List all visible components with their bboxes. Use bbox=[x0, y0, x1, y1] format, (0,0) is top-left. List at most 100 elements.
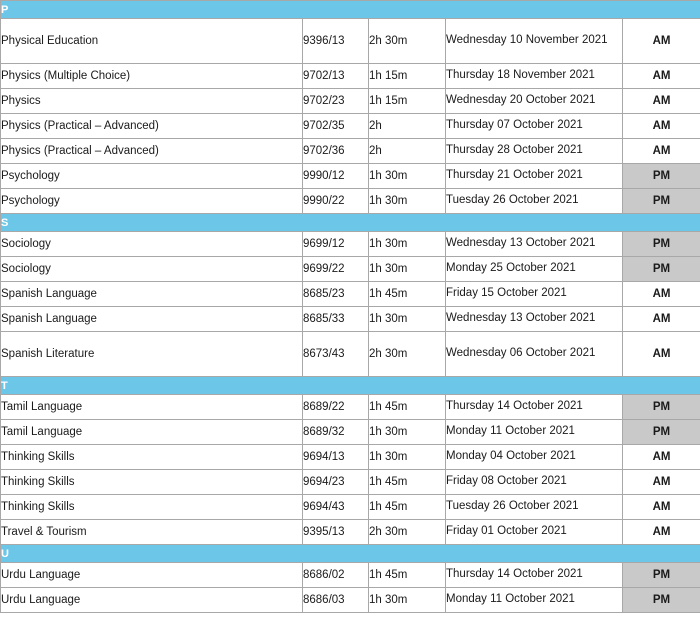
exam-session: PM bbox=[621, 562, 700, 588]
exam-session: AM bbox=[621, 444, 700, 470]
exam-code: 9694/13 bbox=[302, 444, 369, 470]
exam-duration: 1h 30m bbox=[368, 419, 446, 445]
exam-session: PM bbox=[621, 188, 700, 214]
table-row: Psychology 9990/22 1h 30m Tuesday 26 Octobe… bbox=[0, 188, 700, 214]
section-letter: U bbox=[0, 544, 700, 563]
table-row: Spanish Language 8685/33 1h 30m Wednesday 1… bbox=[0, 306, 700, 332]
exam-session: PM bbox=[621, 394, 700, 420]
exam-date: Monday 04 October 2021 bbox=[445, 444, 623, 470]
exam-subject: Urdu Language bbox=[0, 562, 303, 588]
exam-session: AM bbox=[621, 18, 700, 64]
table-row: Tamil Language 8689/22 1h 45m Thursday 14 O… bbox=[0, 394, 700, 420]
table-row: Thinking Skills 9694/43 1h 45m Tuesday 26 O… bbox=[0, 494, 700, 520]
table-row: Spanish Literature 8673/43 2h 30m Wednesday… bbox=[0, 331, 700, 377]
timetable-body: P Physical Education 9396/13 2h 30m Wednesda… bbox=[0, 0, 700, 613]
exam-duration: 2h 30m bbox=[368, 331, 446, 377]
exam-code: 9694/43 bbox=[302, 494, 369, 520]
exam-session: PM bbox=[621, 587, 700, 613]
exam-date: Wednesday 13 October 2021 bbox=[445, 231, 623, 257]
exam-duration: 1h 30m bbox=[368, 587, 446, 613]
exam-date: Monday 25 October 2021 bbox=[445, 256, 623, 282]
exam-duration: 2h bbox=[368, 113, 446, 139]
exam-code: 8689/32 bbox=[302, 419, 369, 445]
exam-duration: 1h 45m bbox=[368, 562, 446, 588]
exam-code: 9990/12 bbox=[302, 163, 369, 189]
exam-subject: Physics (Practical – Advanced) bbox=[0, 138, 303, 164]
exam-session: PM bbox=[621, 256, 700, 282]
exam-subject: Physics bbox=[0, 88, 303, 114]
section-letter: S bbox=[0, 213, 700, 232]
table-row: Physics (Practical – Advanced) 9702/36 2h T… bbox=[0, 138, 700, 164]
exam-session: AM bbox=[621, 494, 700, 520]
exam-code: 9699/22 bbox=[302, 256, 369, 282]
exam-duration: 1h 45m bbox=[368, 394, 446, 420]
exam-subject: Physics (Multiple Choice) bbox=[0, 63, 303, 89]
exam-subject: Thinking Skills bbox=[0, 494, 303, 520]
exam-code: 8686/03 bbox=[302, 587, 369, 613]
exam-session: AM bbox=[621, 138, 700, 164]
table-row: Physics 9702/23 1h 15m Wednesday 20 October… bbox=[0, 88, 700, 114]
section-letter: T bbox=[0, 376, 700, 395]
exam-date: Thursday 14 October 2021 bbox=[445, 394, 623, 420]
exam-subject: Thinking Skills bbox=[0, 469, 303, 495]
exam-subject: Tamil Language bbox=[0, 419, 303, 445]
exam-date: Thursday 28 October 2021 bbox=[445, 138, 623, 164]
exam-session: AM bbox=[621, 281, 700, 307]
exam-duration: 1h 30m bbox=[368, 306, 446, 332]
exam-code: 9396/13 bbox=[302, 18, 369, 64]
exam-subject: Urdu Language bbox=[0, 587, 303, 613]
exam-code: 9694/23 bbox=[302, 469, 369, 495]
exam-session: PM bbox=[621, 163, 700, 189]
exam-date: Wednesday 06 October 2021 bbox=[445, 331, 623, 377]
exam-duration: 1h 30m bbox=[368, 188, 446, 214]
exam-subject: Psychology bbox=[0, 163, 303, 189]
exam-subject: Sociology bbox=[0, 231, 303, 257]
exam-session: AM bbox=[621, 331, 700, 377]
exam-duration: 1h 15m bbox=[368, 63, 446, 89]
exam-date: Friday 15 October 2021 bbox=[445, 281, 623, 307]
exam-date: Thursday 14 October 2021 bbox=[445, 562, 623, 588]
exam-subject: Spanish Literature bbox=[0, 331, 303, 377]
exam-session: AM bbox=[621, 113, 700, 139]
table-row: Urdu Language 8686/02 1h 45m Thursday 14 Oc… bbox=[0, 562, 700, 588]
exam-subject: Spanish Language bbox=[0, 306, 303, 332]
section-header-row: S bbox=[0, 213, 700, 232]
exam-date: Wednesday 20 October 2021 bbox=[445, 88, 623, 114]
section-letter: P bbox=[0, 0, 700, 19]
exam-date: Tuesday 26 October 2021 bbox=[445, 188, 623, 214]
exam-session: AM bbox=[621, 63, 700, 89]
table-row: Spanish Language 8685/23 1h 45m Friday 15 O… bbox=[0, 281, 700, 307]
exam-duration: 1h 45m bbox=[368, 281, 446, 307]
exam-date: Tuesday 26 October 2021 bbox=[445, 494, 623, 520]
table-row: Thinking Skills 9694/23 1h 45m Friday 08 Oc… bbox=[0, 469, 700, 495]
table-row: Psychology 9990/12 1h 30m Thursday 21 Octob… bbox=[0, 163, 700, 189]
exam-date: Friday 01 October 2021 bbox=[445, 519, 623, 545]
exam-subject: Thinking Skills bbox=[0, 444, 303, 470]
exam-code: 8685/33 bbox=[302, 306, 369, 332]
exam-duration: 1h 30m bbox=[368, 444, 446, 470]
exam-date: Wednesday 13 October 2021 bbox=[445, 306, 623, 332]
exam-date: Friday 08 October 2021 bbox=[445, 469, 623, 495]
exam-duration: 1h 45m bbox=[368, 494, 446, 520]
exam-duration: 1h 45m bbox=[368, 469, 446, 495]
exam-subject: Tamil Language bbox=[0, 394, 303, 420]
exam-code: 8673/43 bbox=[302, 331, 369, 377]
exam-subject: Physics (Practical – Advanced) bbox=[0, 113, 303, 139]
section-header-row: P bbox=[0, 0, 700, 19]
exam-date: Monday 11 October 2021 bbox=[445, 419, 623, 445]
exam-duration: 2h 30m bbox=[368, 18, 446, 64]
exam-code: 8685/23 bbox=[302, 281, 369, 307]
exam-session: AM bbox=[621, 88, 700, 114]
exam-date: Thursday 21 October 2021 bbox=[445, 163, 623, 189]
table-row: Physics (Practical – Advanced) 9702/35 2h T… bbox=[0, 113, 700, 139]
exam-duration: 1h 15m bbox=[368, 88, 446, 114]
exam-code: 9702/23 bbox=[302, 88, 369, 114]
exam-code: 9702/36 bbox=[302, 138, 369, 164]
exam-session: PM bbox=[621, 231, 700, 257]
exam-date: Thursday 07 October 2021 bbox=[445, 113, 623, 139]
exam-code: 9395/13 bbox=[302, 519, 369, 545]
exam-date: Wednesday 10 November 2021 bbox=[445, 18, 623, 64]
exam-duration: 1h 30m bbox=[368, 231, 446, 257]
exam-duration: 1h 30m bbox=[368, 163, 446, 189]
exam-subject: Travel & Tourism bbox=[0, 519, 303, 545]
